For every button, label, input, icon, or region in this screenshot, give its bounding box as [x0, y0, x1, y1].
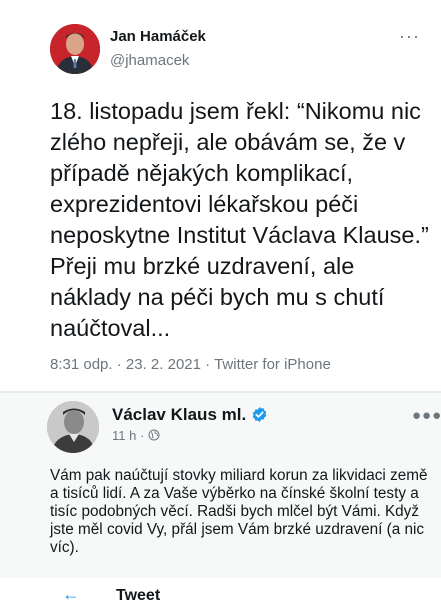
meta-separator: · — [139, 428, 145, 443]
bottom-bar: ← Tweet — [0, 578, 441, 612]
reply-tweet[interactable]: Václav Klaus ml. 11 h · ●●● Vám pak naúč… — [0, 393, 441, 578]
avatar[interactable] — [47, 401, 99, 453]
tweet-meta: 8:31 odp. · 23. 2. 2021 · Twitter for iP… — [50, 356, 331, 373]
tweet-text: Vám pak naúčtují stovky miliard korun za… — [50, 467, 428, 556]
avatar[interactable] — [50, 24, 100, 74]
meta-separator: · — [205, 356, 211, 373]
tweet-text: 18. listopadu jsem řekl: “Nikomu nic zlé… — [50, 98, 429, 341]
author-name[interactable]: Václav Klaus ml. — [112, 405, 268, 425]
tweet-source[interactable]: Twitter for iPhone — [214, 356, 331, 373]
author-name-text[interactable]: Václav Klaus ml. — [112, 405, 246, 424]
page-title: Tweet — [116, 587, 161, 604]
back-arrow-icon[interactable]: ← — [62, 584, 80, 605]
more-dots-icon[interactable]: ··· — [399, 26, 420, 47]
verified-badge-icon — [252, 407, 267, 422]
meta-separator: · — [116, 356, 122, 373]
main-tweet: Jan Hamáček @jhamacek ··· 18. listopadu … — [0, 0, 441, 391]
tweet-time: 8:31 odp. — [50, 356, 113, 373]
more-dots-icon[interactable]: ●●● — [412, 407, 441, 424]
relative-time: 11 h — [112, 428, 137, 443]
author-handle[interactable]: @jhamacek — [110, 52, 189, 69]
author-name[interactable]: Jan Hamáček — [110, 28, 206, 45]
tweet-time: 11 h · — [112, 428, 160, 443]
globe-icon — [148, 429, 160, 441]
tweet-date: 23. 2. 2021 — [125, 356, 201, 373]
